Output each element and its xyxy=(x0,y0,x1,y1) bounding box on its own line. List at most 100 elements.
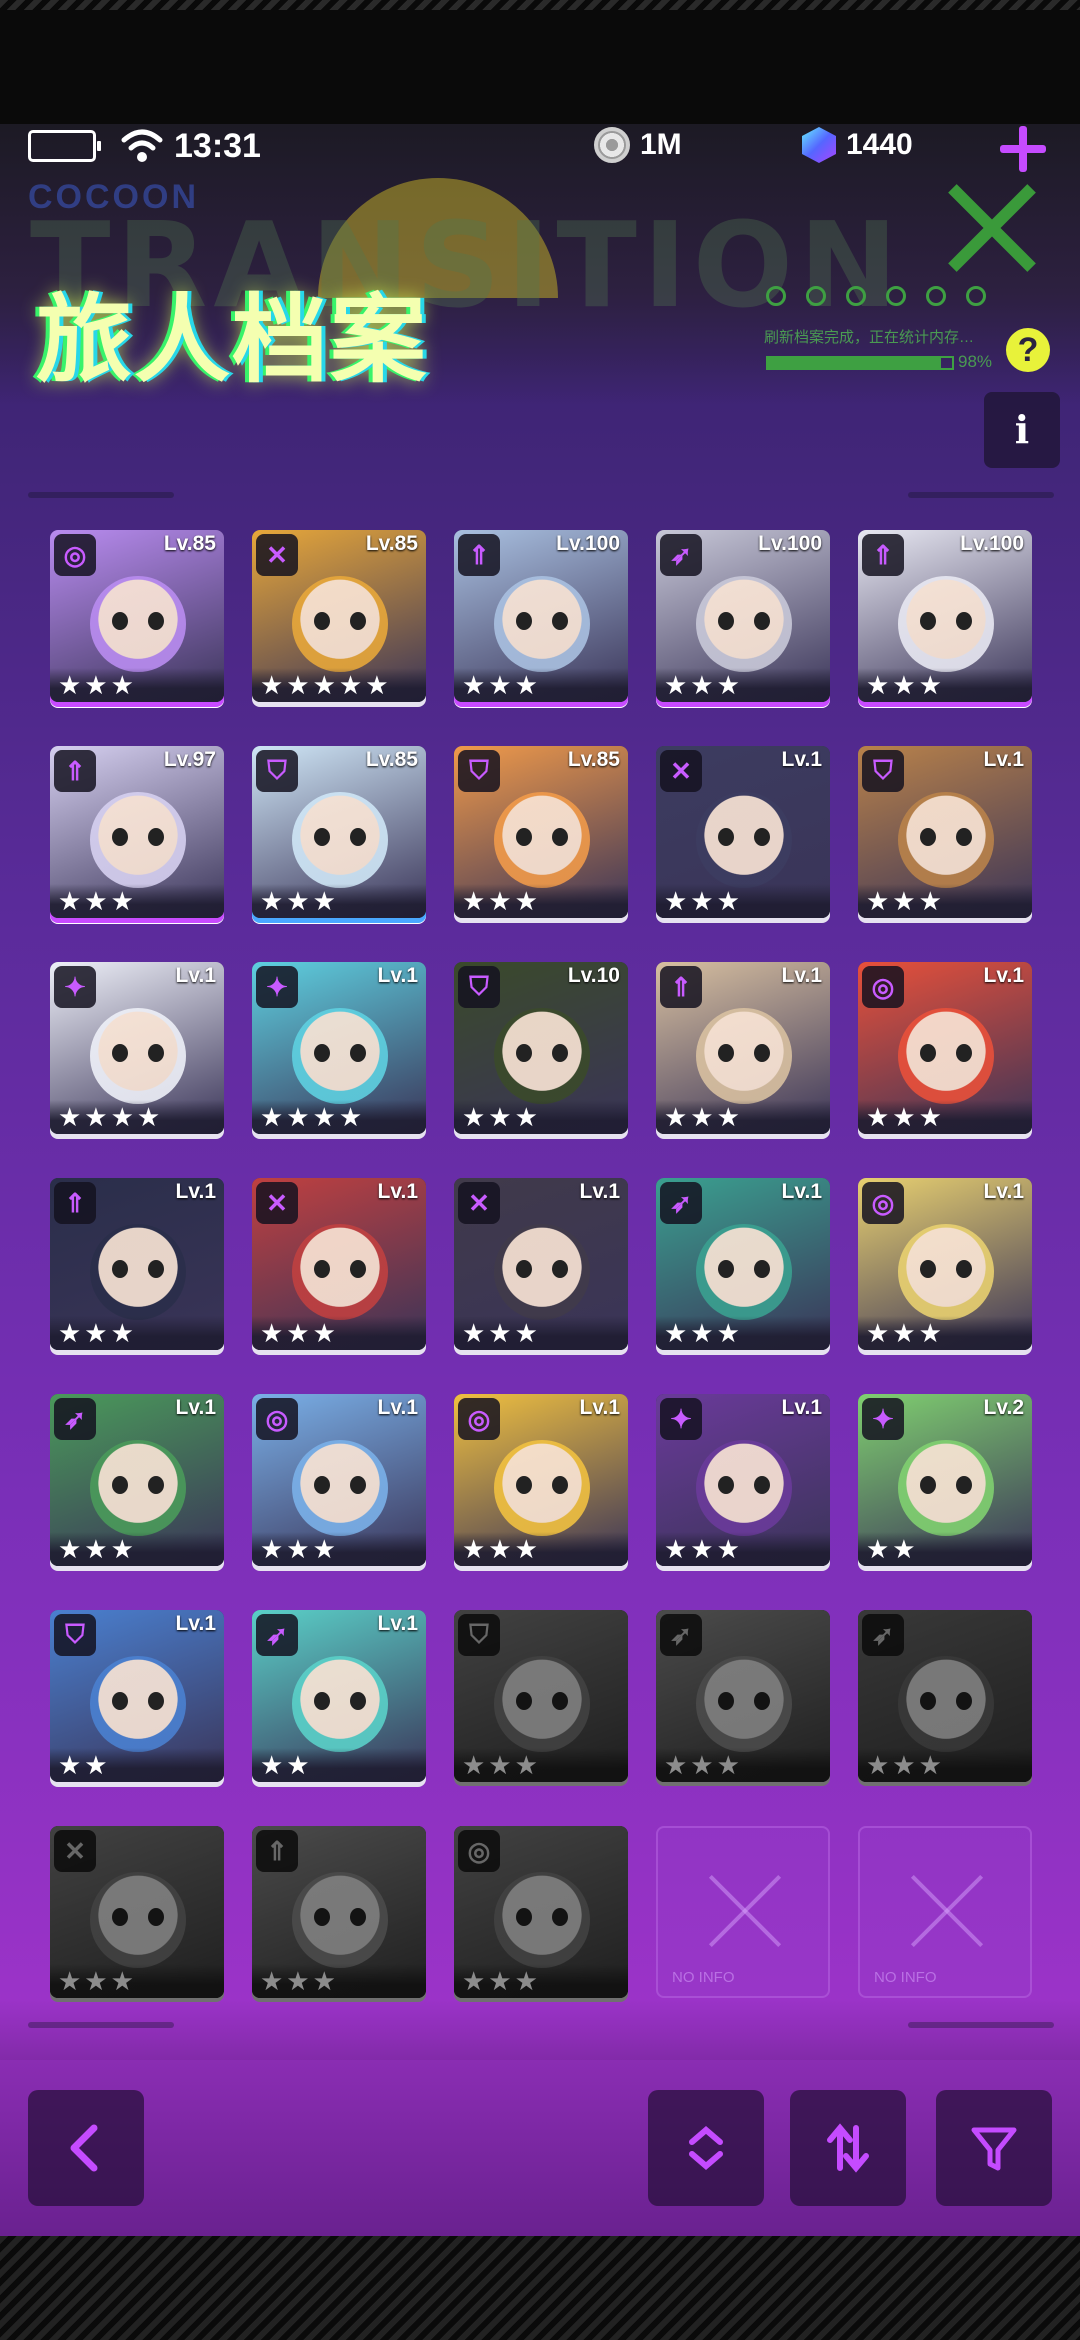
help-button[interactable]: ? xyxy=(1006,328,1050,372)
star-rating: ★★★ xyxy=(454,1100,628,1134)
character-level: Lv.1 xyxy=(983,748,1024,771)
star-rating: ★★★ xyxy=(50,1316,224,1350)
character-card[interactable]: ◎ Lv.1 ★★★ xyxy=(252,1394,426,1566)
character-card[interactable]: ⛉ Lv.10 ★★★ xyxy=(454,962,628,1134)
filter-icon xyxy=(971,2127,1017,2171)
arrow-icon: ⇑ xyxy=(660,966,702,1008)
character-card[interactable]: ⇑ Lv.1 ★★★ xyxy=(656,962,830,1134)
character-card[interactable]: ⇑ Lv.97 ★★★ xyxy=(50,746,224,918)
swords-icon: ✕ xyxy=(256,1182,298,1224)
character-level: Lv.97 xyxy=(163,748,216,771)
character-card[interactable]: ◎ Lv.1 ★★★ xyxy=(858,1178,1032,1350)
sort-order-button[interactable] xyxy=(648,2090,764,2206)
top-bar xyxy=(0,0,1080,124)
character-card[interactable]: ⛉ Lv.1 ★★★ xyxy=(858,746,1032,918)
shield-icon: ⛉ xyxy=(256,750,298,792)
battery-icon xyxy=(28,130,101,162)
character-level: Lv.1 xyxy=(983,964,1024,987)
page-title: 旅人档案 xyxy=(36,284,428,396)
star-rating: ★★★ xyxy=(858,1316,1032,1350)
empty-slot-x-icon xyxy=(910,1874,984,1948)
arrow-icon: ⇑ xyxy=(458,534,500,576)
character-level: Lv.85 xyxy=(365,748,418,771)
gem-icon xyxy=(802,127,836,163)
character-level: Lv.1 xyxy=(377,1612,418,1635)
locked-character-card[interactable]: ⇑ ★★★ xyxy=(252,1826,426,1998)
star-rating: ★★★ xyxy=(454,1964,628,1998)
star-rating: ★★★ xyxy=(50,884,224,918)
circle-icon: ◎ xyxy=(458,1398,500,1440)
empty-slot-x-icon xyxy=(708,1874,782,1948)
character-card[interactable]: ➶ Lv.100 ★★★ xyxy=(656,530,830,702)
character-level: Lv.1 xyxy=(781,1180,822,1203)
character-card[interactable]: ⇑ Lv.100 ★★★ xyxy=(454,530,628,702)
swords-icon: ✕ xyxy=(256,534,298,576)
locked-character-card[interactable]: ➶ ★★★ xyxy=(858,1610,1032,1782)
filter-button[interactable] xyxy=(936,2090,1052,2206)
character-level: Lv.1 xyxy=(579,1180,620,1203)
star-rating: ★★★ xyxy=(50,1532,224,1566)
character-card[interactable]: ⛉ Lv.85 ★★★ xyxy=(252,746,426,918)
bottom-stripe xyxy=(0,2236,1080,2340)
character-card[interactable]: ➶ Lv.1 ★★★ xyxy=(50,1394,224,1566)
star-rating: ★★★★ xyxy=(252,1100,426,1134)
star-rating: ★★ xyxy=(858,1532,1032,1566)
sort-swap-button[interactable] xyxy=(790,2090,906,2206)
frame-corner xyxy=(28,2022,174,2028)
character-card[interactable]: ⛉ Lv.85 ★★★ xyxy=(454,746,628,918)
star-rating: ★★★ xyxy=(454,884,628,918)
arrow-icon: ⇑ xyxy=(256,1830,298,1872)
character-card[interactable]: ✦ Lv.1 ★★★ xyxy=(656,1394,830,1566)
character-card[interactable]: ✦ Lv.2 ★★ xyxy=(858,1394,1032,1566)
star-rating: ★★★ xyxy=(50,1964,224,1998)
empty-character-slot: NO INFO xyxy=(656,1826,830,1998)
star-rating: ★★★ xyxy=(252,1964,426,1998)
swords-icon: ✕ xyxy=(660,750,702,792)
character-card[interactable]: ➶ Lv.1 ★★★ xyxy=(656,1178,830,1350)
locked-character-card[interactable]: ✕ ★★★ xyxy=(50,1826,224,1998)
character-level: Lv.1 xyxy=(377,964,418,987)
character-level: Lv.85 xyxy=(567,748,620,771)
character-card[interactable]: ✦ Lv.1 ★★★★ xyxy=(252,962,426,1134)
decorative-progress-percent: 98% xyxy=(958,352,993,371)
character-card[interactable]: ⇑ Lv.100 ★★★ xyxy=(858,530,1032,702)
arrow-icon: ⇑ xyxy=(54,750,96,792)
star-rating: ★★★ xyxy=(454,1748,628,1782)
locked-character-card[interactable]: ➶ ★★★ xyxy=(656,1610,830,1782)
character-level: Lv.100 xyxy=(960,532,1024,555)
character-card[interactable]: ✕ Lv.1 ★★★ xyxy=(656,746,830,918)
star-rating: ★★★ xyxy=(252,1316,426,1350)
character-card[interactable]: ◎ Lv.85 ★★★ xyxy=(50,530,224,702)
character-card[interactable]: ✕ Lv.1 ★★★ xyxy=(252,1178,426,1350)
star-rating: ★★ xyxy=(252,1748,426,1782)
gem-counter: 1440 xyxy=(802,127,913,163)
locked-character-card[interactable]: ⛉ ★★★ xyxy=(454,1610,628,1782)
star-rating: ★★★ xyxy=(858,1100,1032,1134)
character-card[interactable]: ✕ Lv.1 ★★★ xyxy=(454,1178,628,1350)
character-card[interactable]: ✕ Lv.85 ★★★★★ xyxy=(252,530,426,702)
arrow-icon: ⇑ xyxy=(54,1182,96,1224)
info-button[interactable]: i xyxy=(984,392,1060,468)
character-card[interactable]: ⇑ Lv.1 ★★★ xyxy=(50,1178,224,1350)
bow-icon: ➶ xyxy=(660,534,702,576)
character-level: Lv.1 xyxy=(983,1180,1024,1203)
frame-corner xyxy=(908,492,1054,498)
character-level: Lv.100 xyxy=(758,532,822,555)
star-rating: ★★★ xyxy=(454,668,628,702)
back-button[interactable] xyxy=(28,2090,144,2206)
no-info-label: NO INFO xyxy=(672,1969,735,1986)
character-card[interactable]: ➶ Lv.1 ★★ xyxy=(252,1610,426,1782)
bow-icon: ➶ xyxy=(660,1614,702,1656)
star-rating: ★★★ xyxy=(454,1316,628,1350)
character-level: Lv.2 xyxy=(983,1396,1024,1419)
shield-icon: ⛉ xyxy=(458,966,500,1008)
character-card[interactable]: ⛉ Lv.1 ★★ xyxy=(50,1610,224,1782)
add-gems-button[interactable] xyxy=(1000,126,1046,172)
character-card[interactable]: ◎ Lv.1 ★★★ xyxy=(454,1394,628,1566)
character-card[interactable]: ◎ Lv.1 ★★★ xyxy=(858,962,1032,1134)
locked-character-card[interactable]: ◎ ★★★ xyxy=(454,1826,628,1998)
frame-corner xyxy=(908,2022,1054,2028)
character-level: Lv.100 xyxy=(556,532,620,555)
character-card[interactable]: ✦ Lv.1 ★★★★ xyxy=(50,962,224,1134)
star-rating: ★★★★ xyxy=(50,1100,224,1134)
